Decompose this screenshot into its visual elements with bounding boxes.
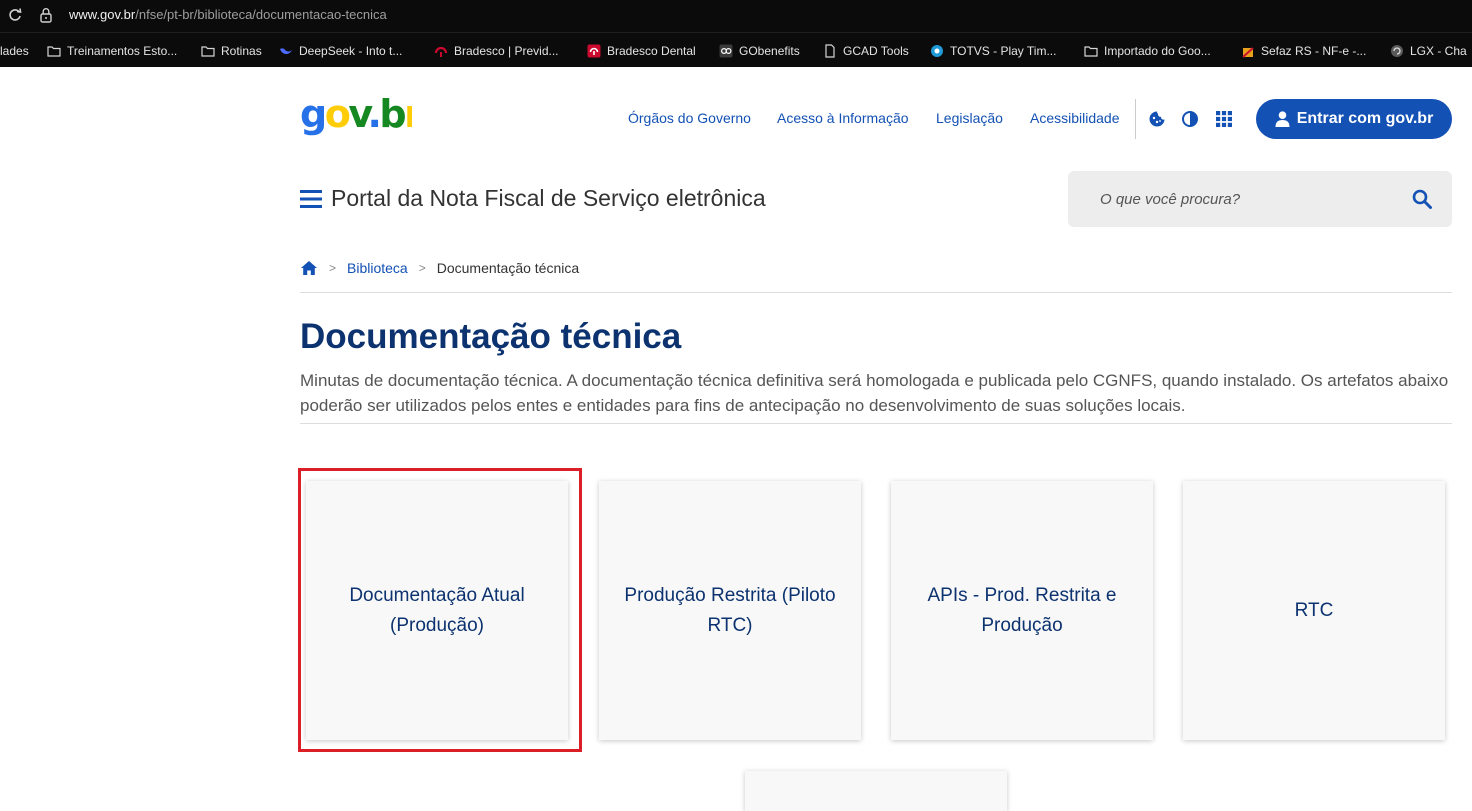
sefaz-icon [1242,47,1254,58]
header-divider [1135,99,1136,139]
bookmark-label: TOTVS - Play Tim... [950,44,1057,58]
login-label: Entrar com gov.br [1296,110,1434,127]
lgx-icon [1391,45,1403,57]
search-icon[interactable] [1412,189,1432,209]
hamburger-menu-icon[interactable] [300,189,322,209]
folder-icon [47,46,61,57]
bookmark-label: DeepSeek - Into t... [299,44,403,58]
deepseek-icon [280,48,292,55]
svg-text:gov.br: gov.br [300,95,412,136]
folder-icon [201,46,215,57]
cookie-icon[interactable] [1148,110,1166,128]
bookmark-item[interactable]: Treinamentos Esto... [47,42,177,60]
bookmark-item[interactable]: GCAD Tools [823,42,909,60]
card-label: RTC [1294,599,1334,621]
apps-grid-icon[interactable] [1215,110,1233,128]
portal-title: Portal da Nota Fiscal de Serviço eletrôn… [331,185,766,211]
bookmark-label: Rotinas [221,44,262,58]
nav-legislacao[interactable]: Legislação [936,110,1003,126]
page-title: Documentação técnica [300,317,682,356]
search-input[interactable] [1068,171,1408,227]
url-host: www.gov.br [69,7,136,22]
bookmark-item[interactable]: lades [0,42,29,60]
bookmark-item[interactable]: DeepSeek - Into t... [279,42,402,60]
user-icon [1275,111,1290,127]
breadcrumb-separator: > [329,261,337,275]
card-partial[interactable] [745,771,1007,811]
breadcrumb: > Biblioteca > Documentação técnica [300,258,579,278]
card-apis[interactable]: APIs - Prod. Restrita e Produção [891,481,1153,740]
folder-icon [1084,46,1098,57]
nav-orgaos-governo[interactable]: Órgãos do Governo [628,110,751,126]
breadcrumb-separator: > [418,261,426,275]
divider [300,292,1452,293]
nav-acessibilidade[interactable]: Acessibilidade [1030,110,1120,126]
bookmark-label: Treinamentos Esto... [67,44,178,58]
govbr-logo[interactable]: gov.br [300,95,412,139]
url-field[interactable]: www.gov.br/nfse/pt-br/biblioteca/documen… [69,7,387,23]
bookmarks-bar: lades Treinamentos Esto... Rotinas DeepS… [0,32,1472,67]
search-box [1068,171,1452,227]
bookmark-item[interactable]: Sefaz RS - NF-e -... [1241,42,1366,60]
bookmark-item[interactable]: Rotinas [201,42,262,60]
bookmark-label: Bradesco Dental [607,44,696,58]
bookmark-item[interactable]: Bradesco Dental [587,42,696,60]
bookmark-item[interactable]: Importado do Goo... [1084,42,1211,60]
bookmark-item[interactable]: Bradesco | Previd... [434,42,559,60]
bookmark-label: GCAD Tools [843,44,909,58]
reload-icon[interactable] [8,7,22,23]
url-path: /nfse/pt-br/biblioteca/documentacao-tecn… [135,7,387,22]
bookmark-label: Importado do Goo... [1104,44,1211,58]
gobenefits-icon [719,44,733,58]
bookmark-item[interactable]: GObenefits [719,42,800,60]
card-label: APIs - Prod. Restrita e Produção [927,584,1117,636]
card-producao-restrita[interactable]: Produção Restrita (Piloto RTC) [599,481,861,740]
breadcrumb-biblioteca[interactable]: Biblioteca [347,260,408,276]
nav-acesso-informacao[interactable]: Acesso à Informação [777,110,909,126]
card-rtc[interactable]: RTC [1183,481,1445,740]
lock-icon[interactable] [40,7,52,23]
card-label: Produção Restrita (Piloto RTC) [624,584,836,636]
home-icon[interactable] [300,260,318,276]
bookmark-label: Sefaz RS - NF-e -... [1261,44,1367,58]
page-description: Minutas de documentação técnica. A docum… [300,371,1449,415]
bookmark-label: lades [0,44,29,58]
browser-address-bar: www.gov.br/nfse/pt-br/biblioteca/documen… [0,0,1472,32]
bookmark-label: GObenefits [739,44,800,58]
contrast-icon[interactable] [1181,110,1199,128]
card-documentacao-atual[interactable]: Documentação Atual (Produção) [306,481,568,740]
page-icon [825,44,835,58]
login-button[interactable]: Entrar com gov.br [1256,99,1452,139]
totvs-icon [931,45,943,57]
bookmark-label: Bradesco | Previd... [454,44,559,58]
bookmark-label: LGX - Cha [1410,44,1467,58]
bradesco-dental-icon [587,44,601,58]
breadcrumb-current: Documentação técnica [436,260,580,276]
bookmark-item[interactable]: TOTVS - Play Tim... [930,42,1056,60]
bradesco-icon [434,46,448,57]
card-label: Documentação Atual (Produção) [349,584,525,636]
bookmark-item[interactable]: LGX - Cha [1390,42,1467,60]
divider [300,423,1452,424]
